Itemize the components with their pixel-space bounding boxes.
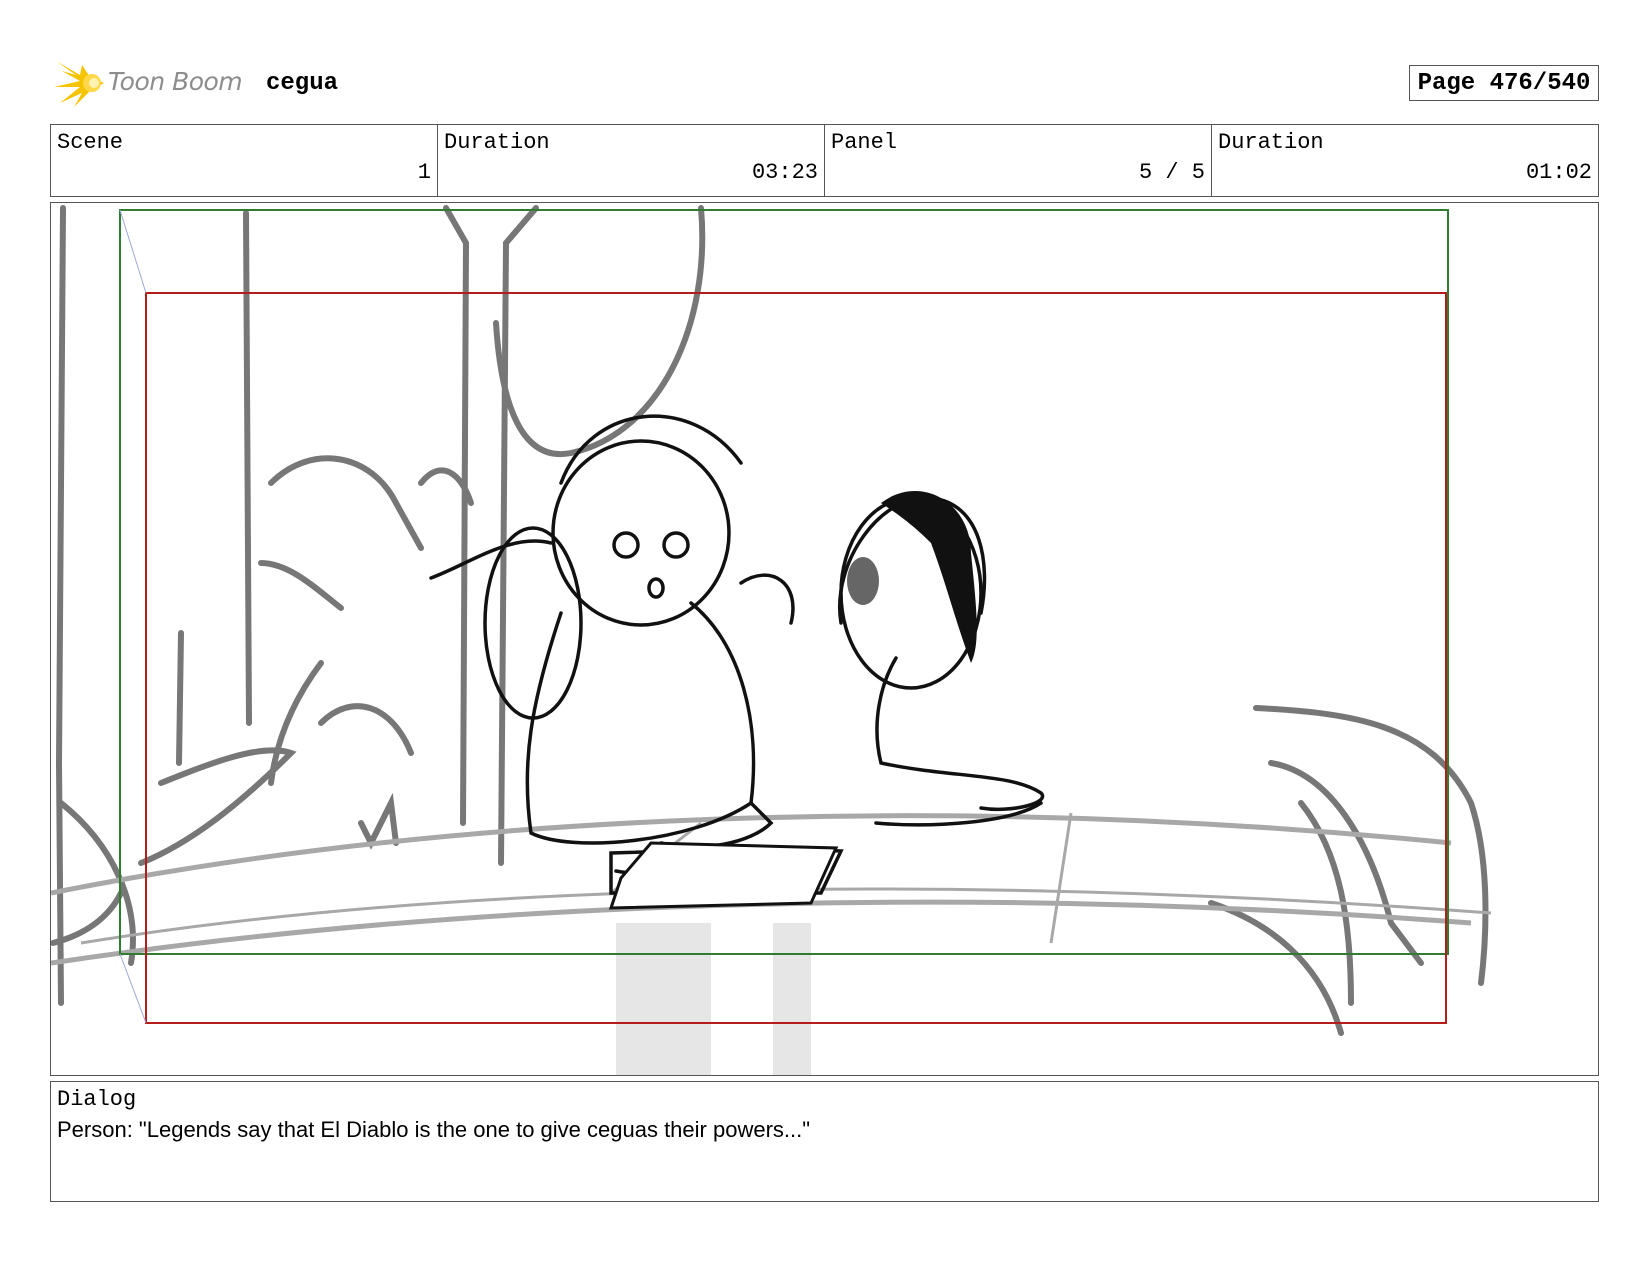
toon-boom-logo: Toon Boom <box>52 57 252 109</box>
brand-name: Toon Boom <box>108 67 243 96</box>
dialog-text: Person: "Legends say that El Diablo is t… <box>57 1117 811 1142</box>
hair-fill <box>881 491 977 663</box>
panel-value: 5 / 5 <box>1138 160 1205 185</box>
scene-value: 1 <box>417 160 431 185</box>
panel-duration-label: Duration <box>1218 130 1324 155</box>
burst-icon <box>54 61 104 107</box>
dialog-label: Dialog <box>57 1087 137 1112</box>
storyboard-panel <box>50 202 1599 1076</box>
scene-cell: Scene 1 <box>51 125 438 196</box>
character-sketches <box>429 414 1045 895</box>
camera-frame <box>145 292 1447 1024</box>
scene-label: Scene <box>57 130 124 155</box>
dialog-section: Dialog Person: "Legends say that El Diab… <box>50 1081 1599 1202</box>
mask-eye <box>847 557 879 605</box>
panel-duration-value: 01:02 <box>1525 160 1592 185</box>
scene-duration-label: Duration <box>444 130 550 155</box>
project-title: cegua <box>266 70 339 97</box>
camera-path-top <box>119 209 147 294</box>
panel-duration-cell: Duration 01:02 <box>1212 125 1598 196</box>
scene-duration-value: 03:23 <box>751 160 818 185</box>
page-indicator: Page 476/540 <box>1409 65 1599 101</box>
scene-duration-cell: Duration 03:23 <box>438 125 825 196</box>
panel-cell: Panel 5 / 5 <box>825 125 1212 196</box>
panel-info-row: Scene 1 Duration 03:23 Panel 5 / 5 Durat… <box>50 124 1599 197</box>
panel-label: Panel <box>831 130 898 155</box>
map-sheet <box>608 841 839 910</box>
panel-sketch <box>51 205 1492 1075</box>
